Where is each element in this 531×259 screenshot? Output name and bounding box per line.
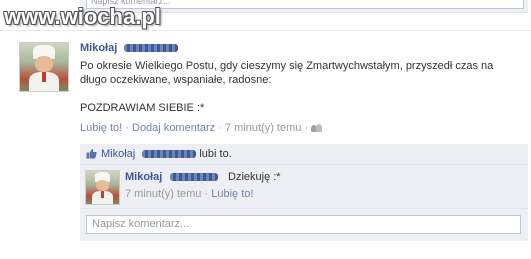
post-like-link[interactable]: Lubię to! [80, 122, 122, 134]
meta-separator: · [204, 188, 209, 200]
divider [0, 30, 531, 31]
people-icon[interactable] [311, 124, 323, 133]
meta-separator: · [304, 122, 309, 134]
add-comment-link[interactable]: Dodaj komentarz [132, 122, 215, 134]
post-text-line-3: POZDRAWIAM SIEBIE :* [80, 102, 205, 114]
meta-separator: · [218, 122, 222, 134]
post-text-line-2: długo oczekiwane, wspaniałe, radosne: [80, 74, 272, 86]
post-author-name[interactable]: Mikołaj [80, 42, 117, 54]
post-timestamp[interactable]: 7 minut(y) temu [225, 122, 301, 134]
comment-like-link[interactable]: Lubię to! [211, 188, 253, 200]
comment-text: Dziekuję :* [228, 171, 281, 183]
comment-row: Mikołaj Dziekuję :* 7 minut(y) temu · Lu… [80, 165, 528, 209]
redacted-surname [170, 173, 218, 181]
likes-suffix: lubi to. [199, 148, 232, 160]
comment-timestamp[interactable]: 7 minut(y) temu [125, 188, 201, 200]
meta-separator: · [125, 122, 129, 134]
comment-author-name[interactable]: Mikołaj [125, 171, 162, 183]
comment-meta-row: 7 minut(y) temu · Lubię to! [125, 188, 253, 200]
post-meta-row: Lubię to! · Dodaj komentarz · 7 minut(y)… [80, 122, 323, 134]
top-bar: Napisz komentarz... www.wiocha.pl [0, 0, 531, 30]
comment-avatar[interactable] [85, 170, 120, 205]
redacted-surname [142, 150, 196, 158]
thumbs-up-icon [86, 148, 97, 159]
site-watermark: www.wiocha.pl [4, 4, 161, 29]
comment-input[interactable]: Napisz komentarz... [86, 215, 521, 234]
likes-user-link[interactable]: Mikołaj [101, 148, 135, 160]
likes-row: Mikołaj lubi to. [80, 144, 528, 165]
redacted-surname [124, 44, 178, 52]
comment-input-row: Napisz komentarz... [80, 209, 528, 241]
post-avatar[interactable] [19, 42, 69, 92]
post-text-line-1: Po okresie Wielkiego Postu, gdy cieszymy… [80, 60, 494, 72]
